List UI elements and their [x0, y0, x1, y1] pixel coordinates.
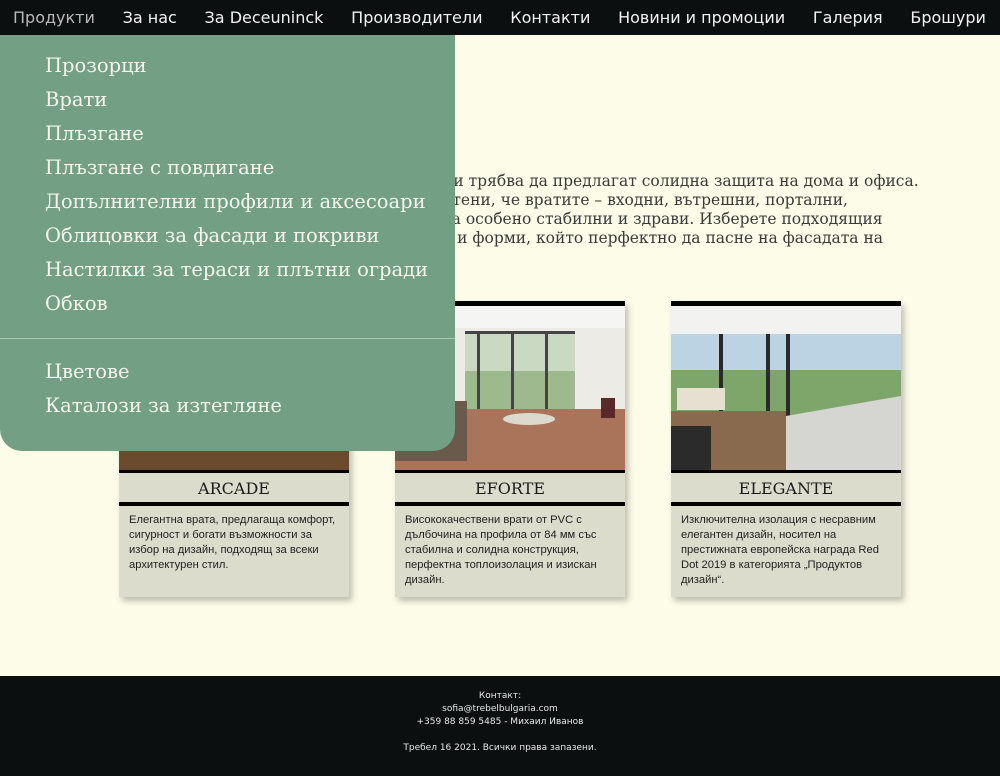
dropdown-item-lift-slide[interactable]: Плъзгане с повдигане: [45, 156, 274, 179]
footer-email-link[interactable]: sofia@trebelbulgaria.com: [0, 704, 1000, 714]
nav-item-news[interactable]: Новини и промоции: [618, 8, 785, 27]
dropdown-item-windows[interactable]: Прозорци: [45, 54, 147, 77]
nav-item-products[interactable]: Продукти: [13, 8, 95, 27]
nav-item-about[interactable]: За нас: [123, 8, 177, 27]
footer: Контакт: sofia@trebelbulgaria.com +359 8…: [0, 676, 1000, 776]
intro-line: отени, че вратите – входни, вътрешни, по…: [443, 191, 848, 209]
nav-item-gallery[interactable]: Галерия: [813, 8, 883, 27]
nav-item-deceuninck[interactable]: За Deceuninck: [205, 8, 324, 27]
intro-line: е и форми, който перфектно да пасне на ф…: [443, 229, 884, 247]
product-title: ELEGANTE: [671, 473, 901, 506]
footer-phone: +359 88 859 5485 - Михаил Иванов: [416, 717, 584, 727]
intro-line: ни трябва да предлагат солидна защита на…: [443, 172, 919, 190]
nav-item-manufacturers[interactable]: Производители: [351, 8, 482, 27]
product-description: Елегантна врата, предлагаща комфорт, сиг…: [129, 514, 336, 571]
dropdown-item-colors[interactable]: Цветове: [45, 360, 130, 383]
intro-line: са особено стабилни и здрави. Изберете п…: [443, 210, 883, 228]
product-title: ARCADE: [119, 473, 349, 506]
intro-text: ни трябва да предлагат солидна защита на…: [443, 172, 963, 248]
dropdown-item-cladding[interactable]: Облицовки за фасади и покриви: [45, 224, 379, 247]
nav-item-brochures[interactable]: Брошури: [910, 8, 986, 27]
product-image: [671, 301, 901, 473]
dropdown-item-sliding[interactable]: Плъзгане: [45, 122, 144, 145]
dropdown-item-decking[interactable]: Настилки за тераси и плътни огради: [45, 258, 428, 281]
dropdown-divider: [0, 338, 455, 339]
footer-contact-label: Контакт:: [478, 691, 522, 701]
top-nav: Продукти За нас За Deceuninck Производит…: [0, 0, 1000, 35]
product-title: EFORTE: [395, 473, 625, 506]
dropdown-item-catalogs[interactable]: Каталози за изтегляне: [45, 394, 282, 417]
product-card-elegante[interactable]: ELEGANTE Изключителна изолация с несравн…: [671, 301, 901, 597]
dropdown-item-doors[interactable]: Врати: [45, 88, 107, 111]
footer-copyright: Требел 16 2021. Всички права запазени.: [403, 743, 597, 753]
product-description: Висококачествени врати от PVC с дълбочин…: [405, 514, 597, 586]
dropdown-item-hardware[interactable]: Обков: [45, 292, 108, 315]
products-dropdown-menu: Прозорци Врати Плъзгане Плъзгане с повди…: [0, 35, 455, 451]
nav-item-contacts[interactable]: Контакти: [510, 8, 590, 27]
product-description: Изключителна изолация с несравним елеган…: [681, 514, 879, 586]
dropdown-item-additional-profiles[interactable]: Допълнителни профили и аксесоари: [45, 190, 426, 213]
